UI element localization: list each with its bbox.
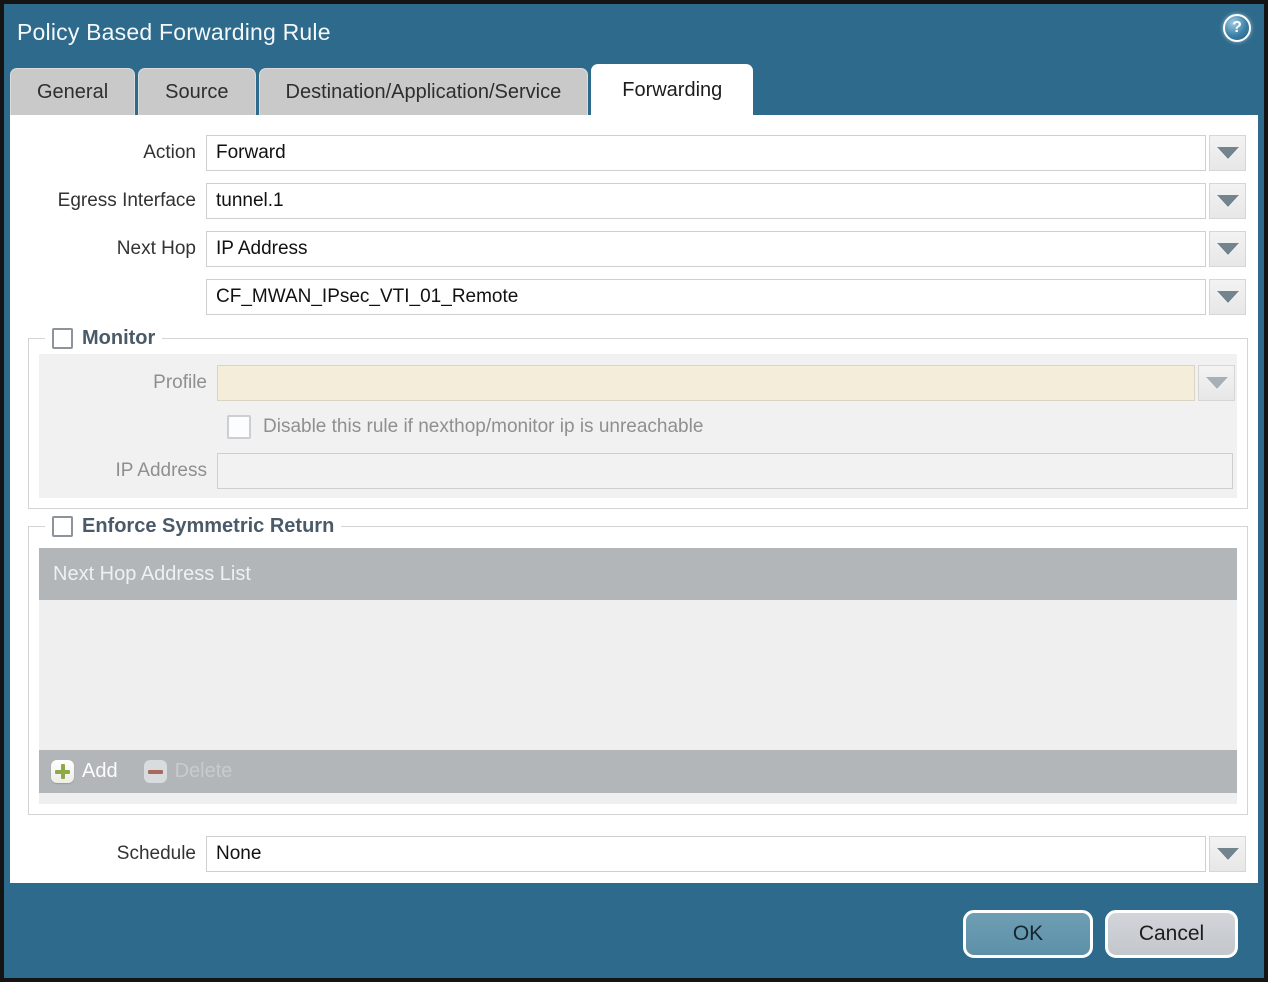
help-icon[interactable]: ? [1223,14,1251,42]
monitor-fieldset: Monitor Profile Disable this rule if nex… [28,327,1248,509]
tab-destination-application-service[interactable]: Destination/Application/Service [258,68,589,115]
disable-rule-label: Disable this rule if nexthop/monitor ip … [263,416,704,437]
profile-dropdown-button [1198,365,1235,401]
next-hop-row: Next Hop IP Address [10,231,1246,267]
action-label: Action [143,142,196,163]
dropdown-arrow-icon [1205,377,1228,389]
next-hop-address-list-header: Next Hop Address List [39,548,1237,600]
dropdown-arrow-icon [1216,848,1239,860]
dropdown-arrow-icon [1216,195,1239,207]
next-hop-address-select[interactable]: CF_MWAN_IPsec_VTI_01_Remote [206,279,1246,315]
symmetric-return-legend-label: Enforce Symmetric Return [82,515,335,537]
tab-general[interactable]: General [10,68,136,115]
schedule-row: Schedule None [10,836,1246,872]
dropdown-arrow-icon [1216,291,1239,303]
next-hop-address-dropdown-button[interactable] [1209,279,1246,315]
egress-interface-row: Egress Interface tunnel.1 [10,183,1246,219]
symmetric-return-legend: Enforce Symmetric Return [45,515,341,538]
next-hop-address-list-body [39,600,1237,750]
egress-interface-value[interactable]: tunnel.1 [206,183,1206,219]
delete-icon [143,760,167,783]
dropdown-arrow-icon [1216,147,1239,159]
profile-label: Profile [153,372,207,393]
table-bottom-strip [39,793,1237,804]
disable-rule-checkbox [227,415,251,439]
delete-button-label: Delete [174,760,233,782]
monitor-ip-address-input [217,453,1233,489]
tab-forwarding[interactable]: Forwarding [591,64,754,115]
forwarding-panel: Action Forward Egress Interface tunnel.1… [10,115,1258,883]
ok-button[interactable]: OK [963,910,1093,958]
action-dropdown-button[interactable] [1209,135,1246,171]
symmetric-return-fieldset: Enforce Symmetric Return Next Hop Addres… [28,515,1248,815]
pbf-rule-dialog: Policy Based Forwarding Rule ? General S… [0,0,1268,982]
add-button[interactable]: Add [51,760,118,783]
egress-interface-label: Egress Interface [57,190,196,211]
monitor-checkbox[interactable] [52,328,73,349]
monitor-panel: Profile Disable this rule if nexthop/mon… [39,354,1237,498]
profile-value [217,365,1195,401]
add-button-label: Add [82,760,118,782]
next-hop-dropdown-button[interactable] [1209,231,1246,267]
next-hop-type-select[interactable]: IP Address [206,231,1246,267]
enforce-symmetric-return-checkbox[interactable] [52,516,73,537]
next-hop-address-row: CF_MWAN_IPsec_VTI_01_Remote [10,279,1246,315]
next-hop-label: Next Hop [116,238,196,259]
next-hop-address-value[interactable]: CF_MWAN_IPsec_VTI_01_Remote [206,279,1206,315]
tab-source[interactable]: Source [138,68,256,115]
monitor-ip-address-field-wrap [217,453,1235,489]
schedule-select[interactable]: None [206,836,1246,872]
egress-interface-select[interactable]: tunnel.1 [206,183,1246,219]
monitor-legend: Monitor [45,327,162,350]
profile-row: Profile [39,365,1237,401]
add-icon [51,760,74,783]
profile-select [217,365,1235,401]
monitor-ip-address-row: IP Address [39,453,1237,489]
action-value[interactable]: Forward [206,135,1206,171]
schedule-dropdown-button[interactable] [1209,836,1246,872]
help-glyph: ? [1232,19,1242,36]
egress-interface-dropdown-button[interactable] [1209,183,1246,219]
monitor-ip-address-label: IP Address [115,460,207,481]
next-hop-address-table: Next Hop Address List Add Delete [39,548,1237,804]
next-hop-type-value[interactable]: IP Address [206,231,1206,267]
next-hop-address-list-toolbar: Add Delete [39,750,1237,793]
action-row: Action Forward [10,135,1246,171]
schedule-value[interactable]: None [206,836,1206,872]
delete-button: Delete [143,760,233,783]
dialog-title: Policy Based Forwarding Rule [17,19,331,45]
tab-bar: General Source Destination/Application/S… [10,64,1258,115]
dialog-titlebar: Policy Based Forwarding Rule ? [4,4,1264,64]
disable-rule-row: Disable this rule if nexthop/monitor ip … [39,415,1237,439]
cancel-button[interactable]: Cancel [1105,910,1238,958]
monitor-legend-label: Monitor [82,327,156,349]
action-select[interactable]: Forward [206,135,1246,171]
dropdown-arrow-icon [1216,243,1239,255]
schedule-label: Schedule [116,843,196,864]
